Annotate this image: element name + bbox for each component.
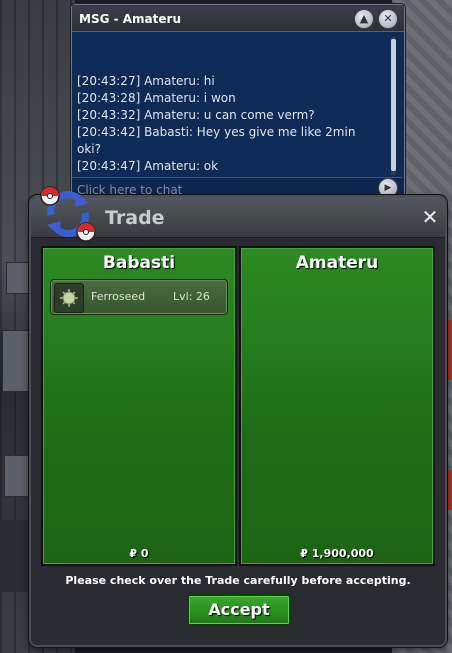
pokemon-level: Lvl: 26 [173, 290, 210, 303]
trade-note: Please check over the Trade carefully be… [65, 574, 411, 587]
chat-message: [20:43:47] Amateru: ok [77, 159, 219, 173]
chat-message: [20:43:28] Amateru: i won [77, 91, 236, 105]
trade-logo-icon [40, 186, 96, 242]
chat-message: [20:43:32] Amateru: u can come verm? [77, 108, 315, 122]
chat-window: MSG - Amateru ▲ ✕ [20:43:27] Amateru: hi… [71, 4, 405, 202]
money-offer: ₽ 0 [129, 547, 149, 560]
chat-message: [20:43:27] Amateru: hi [77, 74, 215, 88]
trade-panel-right: Amateru ₽ 1,900,000 [239, 246, 435, 566]
close-icon[interactable]: ✕ [378, 9, 398, 29]
minimize-icon[interactable]: ▲ [354, 9, 374, 29]
player-name: Amateru [295, 253, 379, 273]
accept-button[interactable]: Accept [187, 594, 291, 626]
trade-title: Trade [105, 207, 165, 229]
pokemon-name: Ferroseed [91, 290, 146, 303]
trade-panel-left: Babasti Ferroseed Lvl: 26 ₽ 0 [41, 246, 237, 566]
chat-log: [20:43:27] Amateru: hi [20:43:28] Amater… [77, 41, 367, 179]
ferroseed-icon [54, 283, 84, 313]
player-name: Babasti [102, 253, 176, 273]
money-offer: ₽ 1,900,000 [300, 547, 374, 560]
pokemon-slot[interactable]: Ferroseed Lvl: 26 [50, 279, 228, 315]
close-icon[interactable]: ✕ [419, 206, 441, 228]
trade-window: Trade ✕ Babasti Ferroseed Lvl: 26 ₽ 0 Am… [29, 186, 447, 647]
chat-message: [20:43:42] Babasti: Hey yes give me like… [77, 125, 360, 156]
chat-scrollbar[interactable] [391, 37, 396, 175]
